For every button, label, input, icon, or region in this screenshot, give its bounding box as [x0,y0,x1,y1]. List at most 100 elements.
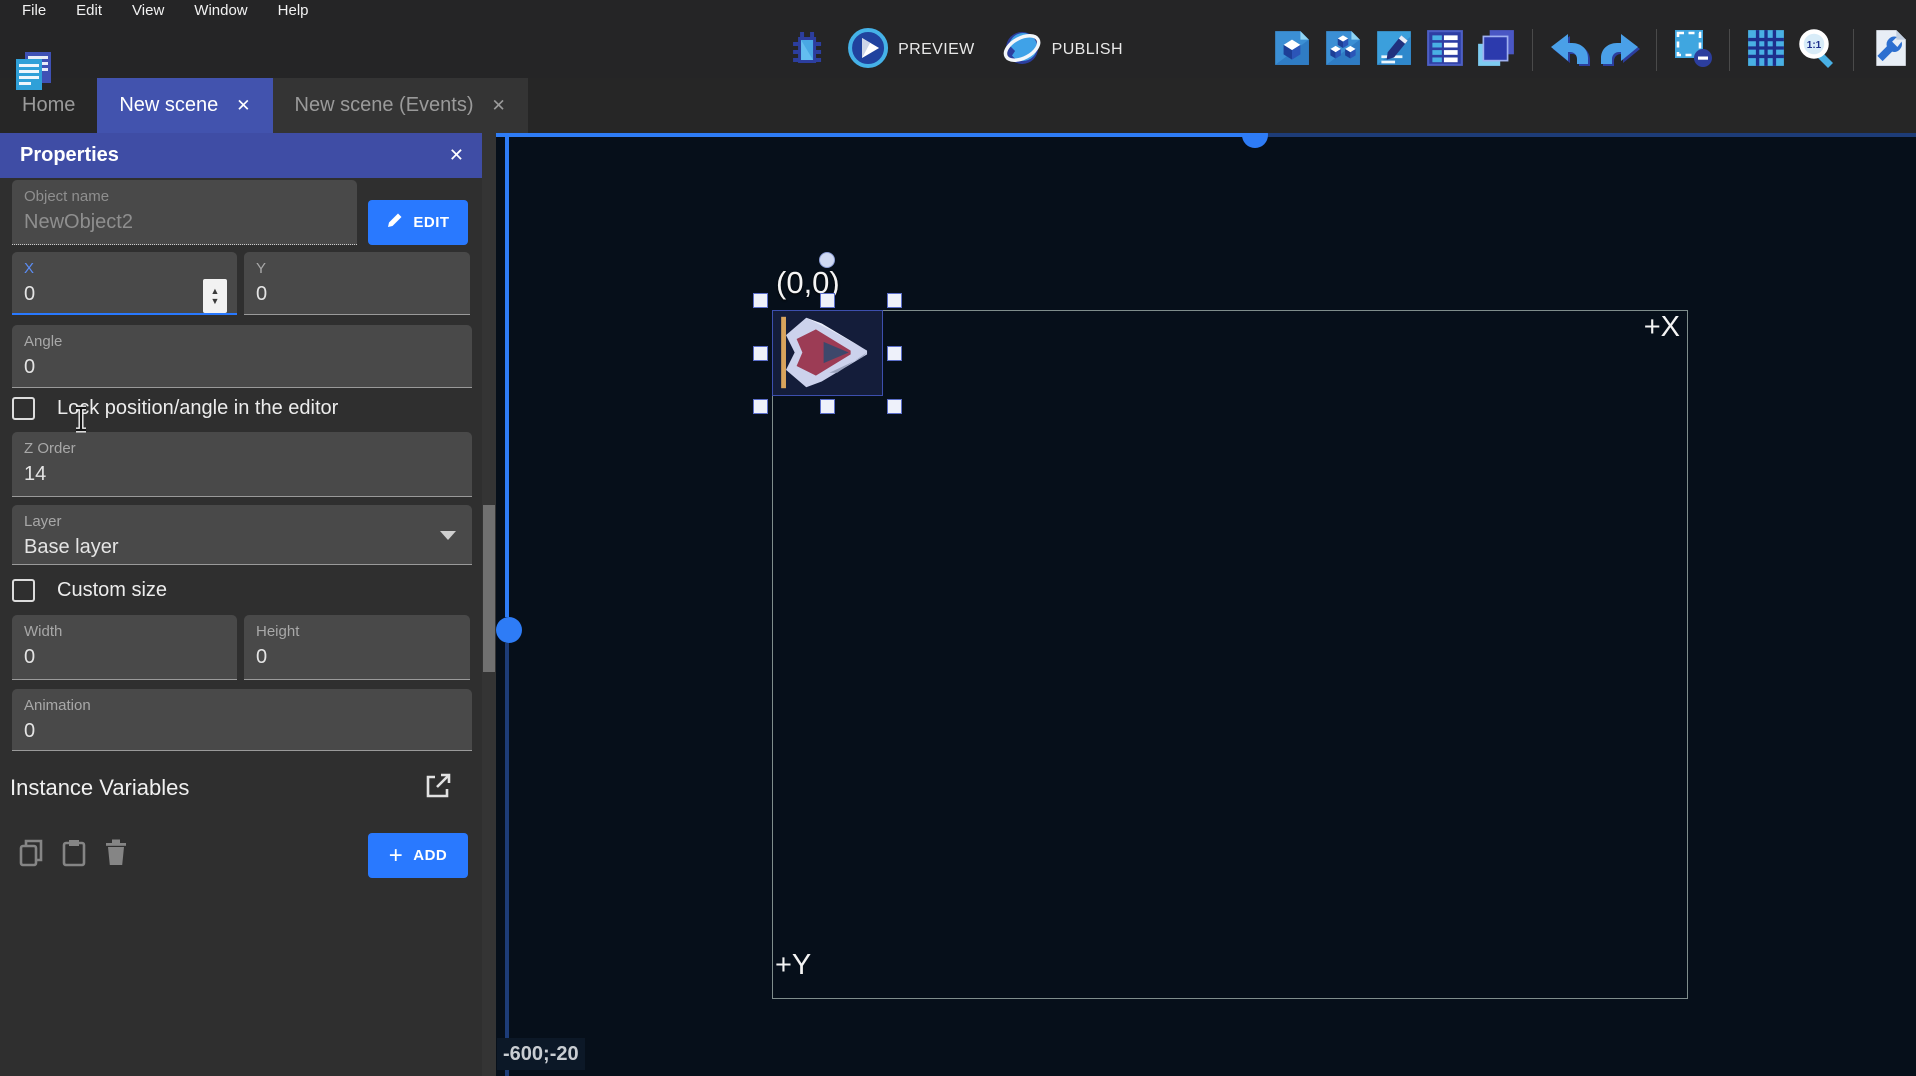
objects-icon [1272,28,1312,73]
width-field-value: 0 [24,646,225,669]
open-properties-button[interactable] [1374,30,1414,70]
publish-globe-icon [1001,27,1043,74]
z-order-label: Z Order [24,440,460,457]
menu-edit[interactable]: Edit [62,1,116,22]
tab-bar: Home New scene ✕ New scene (Events) ✕ [0,78,1916,133]
settings-wrench-icon [1870,28,1910,73]
project-manager-button[interactable] [10,49,56,95]
selection-handle-top-right[interactable] [887,293,902,308]
toggle-grid-button[interactable] [1746,30,1786,70]
layers-icon [1476,28,1516,73]
preview-play-icon [847,27,889,74]
stepper-down-icon[interactable]: ▼ [211,296,220,306]
undo-button[interactable] [1549,30,1589,70]
angle-field-value: 0 [24,356,460,379]
panel-scrollbar-thumb[interactable] [483,505,495,672]
zoom-1-1-button[interactable]: 1:1 [1797,30,1837,70]
grid-icon [1746,28,1786,73]
tab-new-scene-events[interactable]: New scene (Events) ✕ [273,78,528,133]
custom-size-row[interactable]: Custom size [12,579,167,602]
canvas-hscroll-handle[interactable] [1242,133,1268,148]
x-field-label: X [24,260,225,277]
selection-handle-bottom-left[interactable] [753,399,768,414]
menu-window[interactable]: Window [180,1,261,22]
selection-handle-bottom-right[interactable] [887,399,902,414]
tab-close-icon[interactable]: ✕ [492,96,506,116]
x-field-value: 0 [24,283,225,306]
plus-icon: + [389,842,404,870]
add-variable-button[interactable]: + ADD [368,833,468,878]
main-toolbar: PREVIEW PUBLISH [0,22,1916,78]
mask-icon [1672,27,1714,74]
animation-field-value: 0 [24,720,460,743]
layer-select-label: Layer [24,513,460,530]
width-field[interactable]: Width 0 [12,615,237,680]
y-axis-label: +Y [775,949,811,982]
publish-button[interactable]: PUBLISH [995,23,1129,78]
delete-variable-icon[interactable] [100,837,132,874]
project-manager-icon [10,47,56,98]
menu-bar: File Edit View Window Help [0,0,1916,22]
preview-button[interactable]: PREVIEW [841,23,981,78]
scene-window-frame [772,310,1688,999]
open-in-new-icon[interactable] [423,771,453,806]
rotation-handle[interactable] [819,252,835,268]
z-order-field[interactable]: Z Order 14 [12,432,472,497]
menu-help[interactable]: Help [264,1,323,22]
lock-position-checkbox[interactable] [12,397,35,420]
selected-sprite-instance[interactable] [772,310,883,396]
menu-view[interactable]: View [118,1,178,22]
debugger-button[interactable] [787,30,827,70]
publish-label: PUBLISH [1052,41,1123,59]
object-name-value: NewObject2 [24,211,345,234]
close-panel-icon[interactable]: ✕ [449,145,464,166]
tab-new-scene-label: New scene [119,94,218,117]
panel-scrollbar[interactable] [482,133,496,1076]
object-groups-icon [1323,28,1363,73]
copy-variable-icon[interactable] [16,837,48,874]
height-field[interactable]: Height 0 [244,615,470,680]
selection-handle-middle-left[interactable] [753,346,768,361]
edit-object-groups-button[interactable] [1323,30,1363,70]
edit-objects-button[interactable] [1272,30,1312,70]
toggle-mask-button[interactable] [1673,30,1713,70]
open-layers-button[interactable] [1476,30,1516,70]
properties-edit-icon [1374,28,1414,73]
edit-object-button[interactable]: EDIT [368,200,468,245]
layer-select-value: Base layer [24,536,460,559]
chevron-down-icon[interactable] [440,531,456,540]
debugger-icon [787,28,827,73]
layer-select[interactable]: Layer Base layer [12,505,472,565]
lock-position-label: Lock position/angle in the editor [57,397,338,420]
selection-handle-middle-right[interactable] [887,346,902,361]
selection-handle-top-center[interactable] [820,293,835,308]
canvas-vscroll-track [505,643,509,1076]
y-position-field[interactable]: Y 0 [244,252,470,315]
custom-size-checkbox[interactable] [12,579,35,602]
animation-field[interactable]: Animation 0 [12,689,472,751]
custom-size-label: Custom size [57,579,167,602]
scene-settings-button[interactable] [1870,30,1910,70]
lock-position-row[interactable]: Lock position/angle in the editor [12,397,338,420]
canvas-vscroll-handle[interactable] [496,617,522,643]
width-field-label: Width [24,623,225,640]
toolbar-separator [1729,29,1730,71]
ship-sprite-image [773,311,881,394]
scene-canvas[interactable]: (0,0) +X +Y -600;-20 [496,133,1916,1076]
open-instances-list-button[interactable] [1425,30,1465,70]
angle-field[interactable]: Angle 0 [12,325,472,388]
menu-file[interactable]: File [8,1,60,22]
tab-close-icon[interactable]: ✕ [236,96,250,116]
properties-panel: Properties ✕ Object name NewObject2 EDIT… [0,133,482,1076]
stepper-up-icon[interactable]: ▲ [211,286,220,296]
edit-button-label: EDIT [413,214,449,231]
paste-variable-icon[interactable] [58,837,90,874]
tab-new-scene[interactable]: New scene ✕ [97,78,272,133]
selection-handle-top-left[interactable] [753,293,768,308]
toolbar-separator [1853,29,1854,71]
x-position-field[interactable]: X 0 ▲ ▼ [12,252,237,315]
redo-button[interactable] [1600,30,1640,70]
x-field-stepper[interactable]: ▲ ▼ [203,279,227,313]
properties-panel-header: Properties ✕ [0,133,482,178]
selection-handle-bottom-center[interactable] [820,399,835,414]
